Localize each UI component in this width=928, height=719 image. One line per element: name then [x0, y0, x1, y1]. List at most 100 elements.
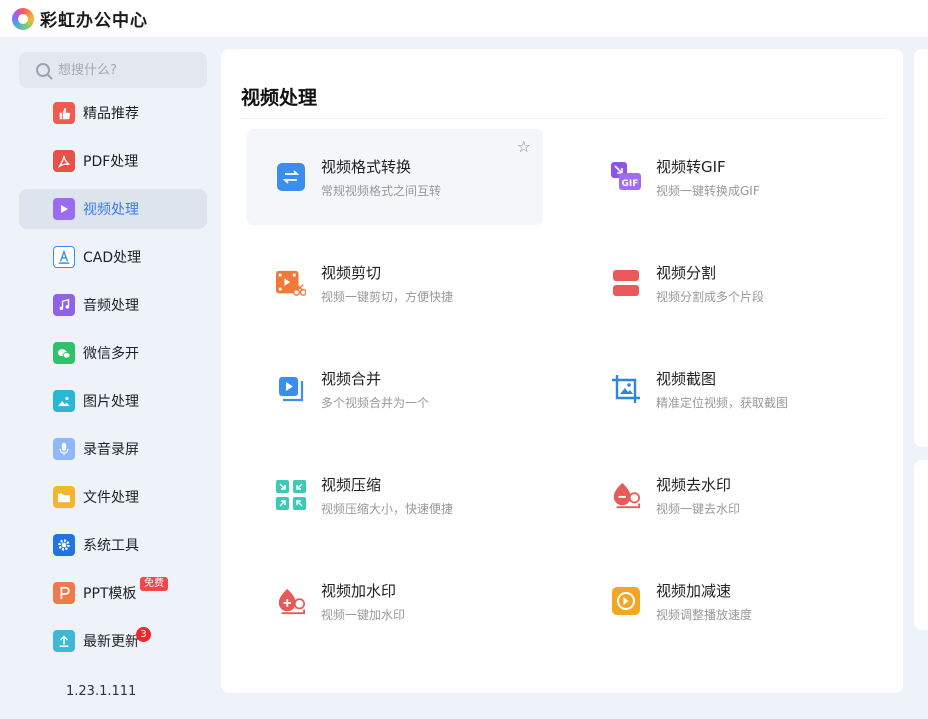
card-desc: 视频一键剪切，方便快捷	[321, 289, 454, 304]
tool-card-split[interactable]: 视频分割 视频分割成多个片段	[582, 235, 878, 331]
card-title: 视频压缩	[321, 475, 382, 494]
card-title: 视频格式转换	[321, 157, 412, 176]
microphone-icon	[53, 438, 75, 460]
wechat-icon	[53, 342, 75, 364]
rainbow-logo-icon	[12, 7, 34, 30]
sidebar-item-label: 微信多开	[83, 346, 139, 362]
main-panel: 视频处理 视频格式转换 常规视频格式之间互转 ☆ GIF 视频转GIF 视频一键…	[221, 49, 903, 693]
page-title: 视频处理	[241, 87, 318, 109]
tool-card-to-gif[interactable]: GIF 视频转GIF 视频一键转换成GIF	[582, 129, 878, 225]
tool-card-screenshot[interactable]: 视频截图 精准定位视频，获取截图	[582, 341, 878, 437]
title-divider	[241, 118, 885, 119]
card-text: 视频去水印 视频一键去水印	[656, 474, 740, 517]
card-desc: 常规视频格式之间互转	[321, 183, 442, 198]
card-text: 视频剪切 视频一键剪切，方便快捷	[321, 262, 453, 305]
card-desc: 视频调整播放速度	[656, 607, 753, 622]
sidebar-item-files[interactable]: 文件处理	[19, 477, 207, 517]
sidebar-item-pdf[interactable]: PDF处理	[19, 141, 207, 181]
search-icon	[36, 63, 50, 77]
card-desc: 精准定位视频，获取截图	[656, 395, 789, 410]
svg-text:GIF: GIF	[622, 179, 639, 189]
gif-icon: GIF	[611, 162, 641, 192]
tool-card-add-watermark[interactable]: 视频加水印 视频一键加水印	[247, 553, 543, 649]
sidebar-item-recommended[interactable]: 精品推荐	[19, 93, 207, 133]
card-text: 视频加水印 视频一键加水印	[321, 580, 405, 623]
card-text: 视频分割 视频分割成多个片段	[656, 262, 764, 305]
sidebar-item-label: 视频处理	[83, 202, 139, 218]
folder-icon	[53, 486, 75, 508]
sidebar-nav: 精品推荐 PDF处理 视频处理 CAD处理 音频处理 微信多开 图片处理 录音录…	[19, 93, 207, 669]
free-badge: 免费	[140, 577, 168, 591]
scissors-film-icon	[276, 268, 306, 298]
search-input[interactable]	[58, 62, 198, 78]
tool-card-speed[interactable]: 视频加减速 视频调整播放速度	[582, 553, 878, 649]
sidebar-item-cad[interactable]: CAD处理	[19, 237, 207, 277]
gear-icon	[53, 534, 75, 556]
tool-card-merge[interactable]: 视频合并 多个视频合并为一个	[247, 341, 543, 437]
title-bar: 彩虹办公中心	[0, 0, 928, 37]
card-text: 视频加减速 视频调整播放速度	[656, 580, 752, 623]
card-title: 视频分割	[656, 263, 717, 282]
sidebar-item-wechat[interactable]: 微信多开	[19, 333, 207, 373]
remove-watermark-icon	[611, 480, 641, 510]
sidebar-item-label: 录音录屏	[83, 442, 139, 458]
update-count-badge: 3	[136, 627, 151, 642]
sidebar-item-ppt[interactable]: PPT模板 免费	[19, 573, 207, 613]
favorite-star-icon[interactable]: ☆	[517, 137, 531, 156]
tool-card-remove-watermark[interactable]: 视频去水印 视频一键去水印	[582, 447, 878, 543]
tool-card-cut[interactable]: 视频剪切 视频一键剪切，方便快捷	[247, 235, 543, 331]
sidebar-item-label: 系统工具	[83, 538, 139, 554]
sidebar-item-image[interactable]: 图片处理	[19, 381, 207, 421]
compress-icon	[276, 480, 306, 510]
sidebar-item-label: CAD处理	[83, 250, 142, 266]
card-desc: 视频一键去水印	[656, 501, 741, 516]
convert-arrows-icon	[276, 162, 306, 192]
card-title: 视频转GIF	[656, 157, 726, 176]
split-icon	[611, 268, 641, 298]
tool-card-format-convert[interactable]: 视频格式转换 常规视频格式之间互转 ☆	[247, 129, 543, 225]
card-desc: 视频分割成多个片段	[656, 289, 765, 304]
pdf-icon	[53, 150, 75, 172]
card-text: 视频截图 精准定位视频，获取截图	[656, 368, 788, 411]
sidebar-item-updates[interactable]: 最新更新 3	[19, 621, 207, 661]
app-title: 彩虹办公中心	[40, 11, 148, 31]
card-desc: 视频一键加水印	[321, 607, 406, 622]
sidebar-item-label: PPT模板	[83, 586, 137, 602]
card-text: 视频合并 多个视频合并为一个	[321, 368, 429, 411]
sidebar-item-label: 最新更新	[83, 634, 139, 650]
card-title: 视频剪切	[321, 263, 382, 282]
crop-image-icon	[611, 374, 641, 404]
sidebar-item-label: 文件处理	[83, 490, 139, 506]
merge-play-icon	[276, 374, 306, 404]
sidebar-item-label: PDF处理	[83, 154, 139, 170]
card-text: 视频格式转换 常规视频格式之间互转	[321, 156, 441, 199]
sidebar-item-audio[interactable]: 音频处理	[19, 285, 207, 325]
sidebar-item-label: 音频处理	[83, 298, 139, 314]
card-desc: 多个视频合并为一个	[321, 395, 430, 410]
card-title: 视频加水印	[321, 581, 397, 600]
sidebar-item-label: 图片处理	[83, 394, 139, 410]
sidebar-item-video[interactable]: 视频处理	[19, 189, 207, 229]
card-title: 视频去水印	[656, 475, 732, 494]
sidebar-item-label: 精品推荐	[83, 106, 139, 122]
card-title: 视频截图	[656, 369, 717, 388]
music-icon	[53, 294, 75, 316]
card-title: 视频合并	[321, 369, 382, 388]
card-desc: 视频压缩大小，快速便捷	[321, 501, 454, 516]
card-title: 视频加减速	[656, 581, 732, 600]
sidebar-item-recording[interactable]: 录音录屏	[19, 429, 207, 469]
cad-icon	[53, 246, 75, 268]
card-desc: 视频一键转换成GIF	[656, 183, 760, 198]
upload-icon	[53, 630, 75, 652]
image-icon	[53, 390, 75, 412]
search-box[interactable]	[19, 52, 207, 88]
video-play-icon	[53, 198, 75, 220]
add-watermark-icon	[276, 586, 306, 616]
card-text: 视频转GIF 视频一键转换成GIF	[656, 156, 760, 199]
sidebar-item-system-tools[interactable]: 系统工具	[19, 525, 207, 565]
right-panel-bottom	[914, 460, 928, 630]
tool-card-compress[interactable]: 视频压缩 视频压缩大小，快速便捷	[247, 447, 543, 543]
thumbs-up-icon	[53, 102, 75, 124]
right-panel-top	[914, 49, 928, 447]
card-text: 视频压缩 视频压缩大小，快速便捷	[321, 474, 453, 517]
